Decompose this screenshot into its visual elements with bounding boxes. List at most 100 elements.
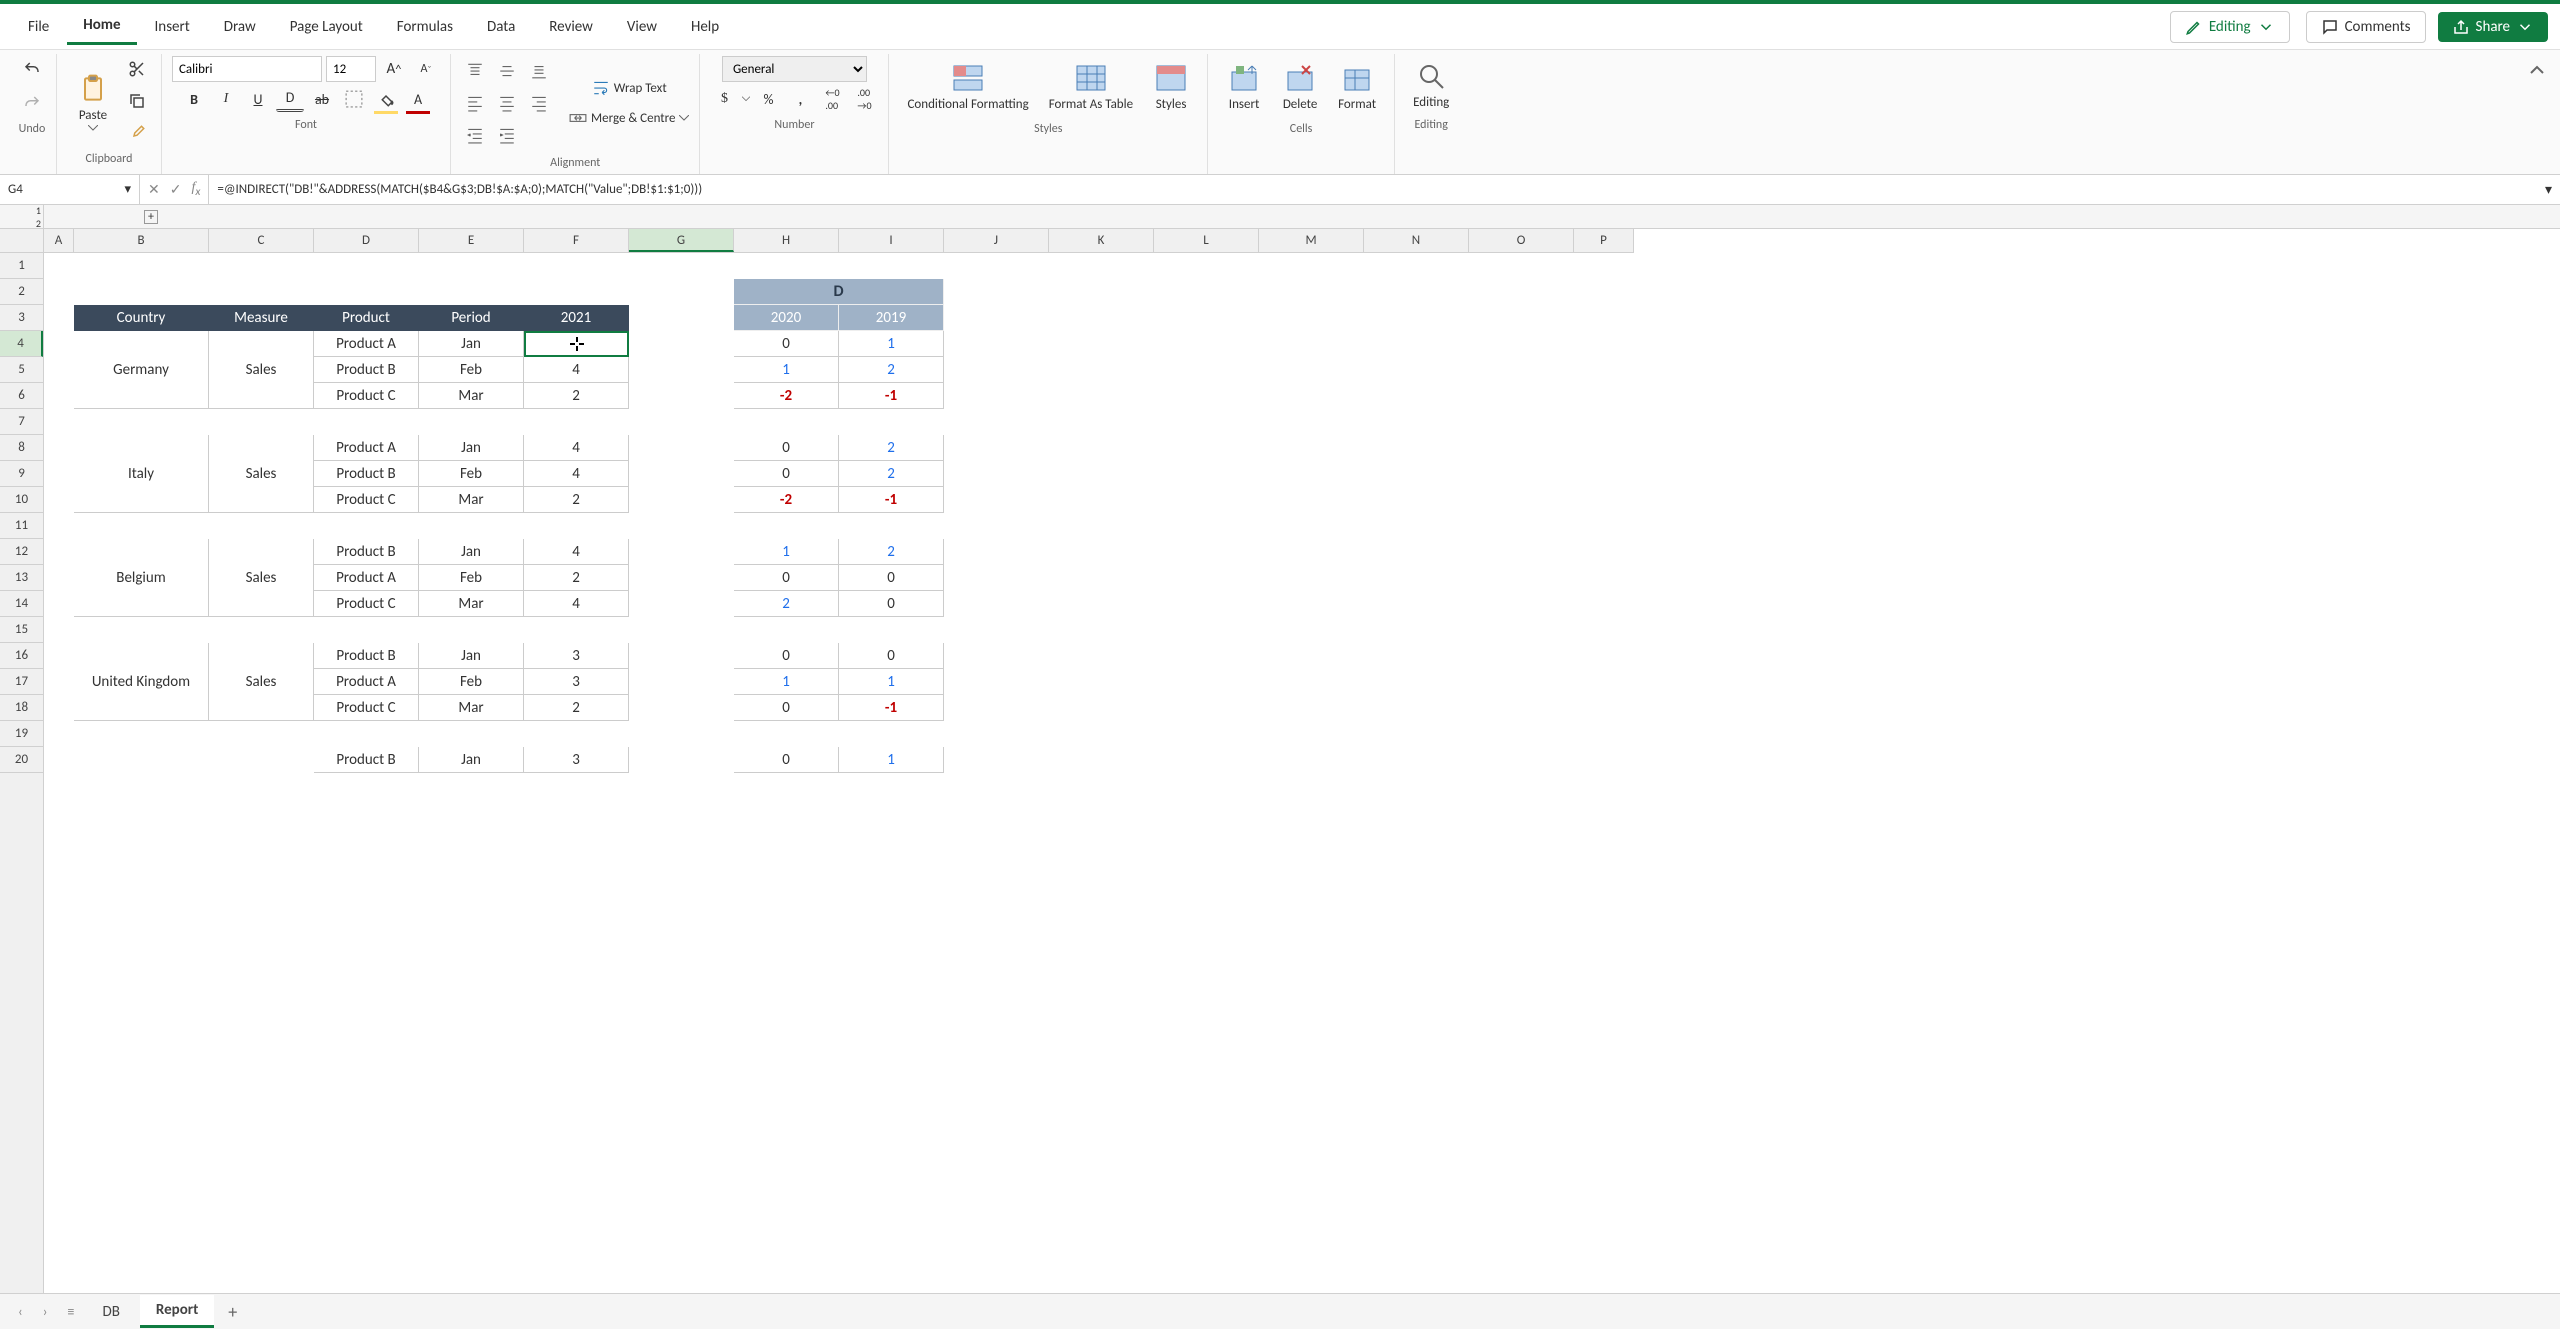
align-left-button[interactable] [461,90,489,116]
formula-expand-button[interactable]: ▾ [2537,181,2560,198]
cell[interactable]: 2 [734,591,839,617]
outline-expand-button[interactable]: + [144,210,158,224]
cell[interactable]: Product [314,305,419,331]
menu-home[interactable]: Home [67,8,136,45]
cell[interactable]: 1 [734,539,839,565]
sheet-tab-db[interactable]: DB [86,1297,135,1327]
cell[interactable]: Mar [419,383,524,409]
cell[interactable]: 3 [524,747,629,773]
row-header-7[interactable]: 7 [0,409,43,435]
row-header-20[interactable]: 20 [0,747,43,773]
cell[interactable]: 2020 [734,305,839,331]
italic-button[interactable]: I [212,86,240,112]
cell[interactable]: 2021 [524,305,629,331]
row-header-12[interactable]: 12 [0,539,43,565]
increase-decimal-button[interactable]: ←0.00 [818,86,846,112]
cell[interactable]: 0 [839,565,944,591]
column-header-D[interactable]: D [314,229,419,252]
cell[interactable]: Mar [419,695,524,721]
sheet-tab-report[interactable]: Report [140,1295,214,1328]
delete-cells-button[interactable]: Delete [1274,56,1326,116]
row-header-5[interactable]: 5 [0,357,43,383]
merge-centre-button[interactable]: Merge & Centre [569,105,689,131]
cut-button[interactable] [123,56,151,82]
cell[interactable]: 2 [839,539,944,565]
tab-prev-button[interactable]: ‹ [10,1299,31,1324]
cell[interactable]: Jan [419,539,524,565]
cell[interactable]: 4 [524,539,629,565]
conditional-formatting-button[interactable]: Conditional Formatting [899,56,1036,116]
cell[interactable]: 4 [524,357,629,383]
menu-page-layout[interactable]: Page Layout [274,10,379,44]
percent-button[interactable]: % [754,86,782,112]
row-header-4[interactable]: 4 [0,331,43,357]
cell[interactable]: 2 [524,565,629,591]
redo-button[interactable] [18,90,46,116]
cell[interactable]: 1 [734,357,839,383]
column-header-C[interactable]: C [209,229,314,252]
cell[interactable]: 2 [839,357,944,383]
cell[interactable]: -1 [839,695,944,721]
format-painter-button[interactable] [123,120,151,146]
cell[interactable]: 4 [524,435,629,461]
accept-formula-button[interactable]: ✓ [170,181,182,198]
cell[interactable]: 0 [839,591,944,617]
cell[interactable]: 2019 [839,305,944,331]
row-header-17[interactable]: 17 [0,669,43,695]
increase-indent-button[interactable] [493,122,521,148]
format-cells-button[interactable]: Format [1330,56,1384,116]
cell[interactable]: 2 [524,695,629,721]
double-underline-button[interactable]: D [276,86,304,112]
font-name-select[interactable] [172,56,322,82]
column-header-B[interactable]: B [74,229,209,252]
cell[interactable]: Period [419,305,524,331]
select-all-corner[interactable] [0,229,44,253]
font-size-select[interactable] [326,56,376,82]
column-header-O[interactable]: O [1469,229,1574,252]
cell[interactable]: Germany [74,331,209,409]
cell[interactable]: 2 [839,461,944,487]
column-header-I[interactable]: I [839,229,944,252]
row-header-10[interactable]: 10 [0,487,43,513]
cell[interactable]: Jan [419,331,524,357]
column-header-F[interactable]: F [524,229,629,252]
cell[interactable]: Feb [419,669,524,695]
cell[interactable]: Product B [314,461,419,487]
fill-color-button[interactable] [372,86,400,112]
decrease-indent-button[interactable] [461,122,489,148]
cell[interactable]: 0 [734,461,839,487]
formula-input[interactable]: =@INDIRECT("DB!"&ADDRESS(MATCH($B4&G$3;D… [209,182,2537,197]
column-header-K[interactable]: K [1049,229,1154,252]
increase-font-button[interactable]: A^ [380,56,408,82]
strikethrough-button[interactable]: ab [308,86,336,112]
cell[interactable]: Product A [314,669,419,695]
cell[interactable]: Product C [314,487,419,513]
cell[interactable]: -1 [839,487,944,513]
cell[interactable]: D [734,279,944,305]
row-header-9[interactable]: 9 [0,461,43,487]
cell[interactable]: 2 [839,435,944,461]
cell[interactable]: Sales [209,539,314,617]
menu-insert[interactable]: Insert [139,10,206,44]
cell[interactable]: 1 [839,331,944,357]
cell[interactable]: Product C [314,695,419,721]
cell[interactable]: Jan [419,435,524,461]
row-header-18[interactable]: 18 [0,695,43,721]
cell[interactable]: Feb [419,461,524,487]
row-header-11[interactable]: 11 [0,513,43,539]
cell[interactable]: 0 [734,747,839,773]
align-bottom-button[interactable] [525,58,553,84]
cell[interactable]: Product B [314,357,419,383]
undo-button[interactable] [18,56,46,82]
cell[interactable]: 3 [524,669,629,695]
cell[interactable]: Product C [314,383,419,409]
row-header-2[interactable]: 2 [0,279,43,305]
menu-file[interactable]: File [12,10,65,44]
align-middle-button[interactable] [493,58,521,84]
collapse-ribbon-button[interactable] [2522,54,2552,174]
cell-styles-button[interactable]: Styles [1145,56,1197,116]
cell[interactable]: Product C [314,591,419,617]
align-top-button[interactable] [461,58,489,84]
cell[interactable]: Product B [314,539,419,565]
row-header-1[interactable]: 1 [0,253,43,279]
